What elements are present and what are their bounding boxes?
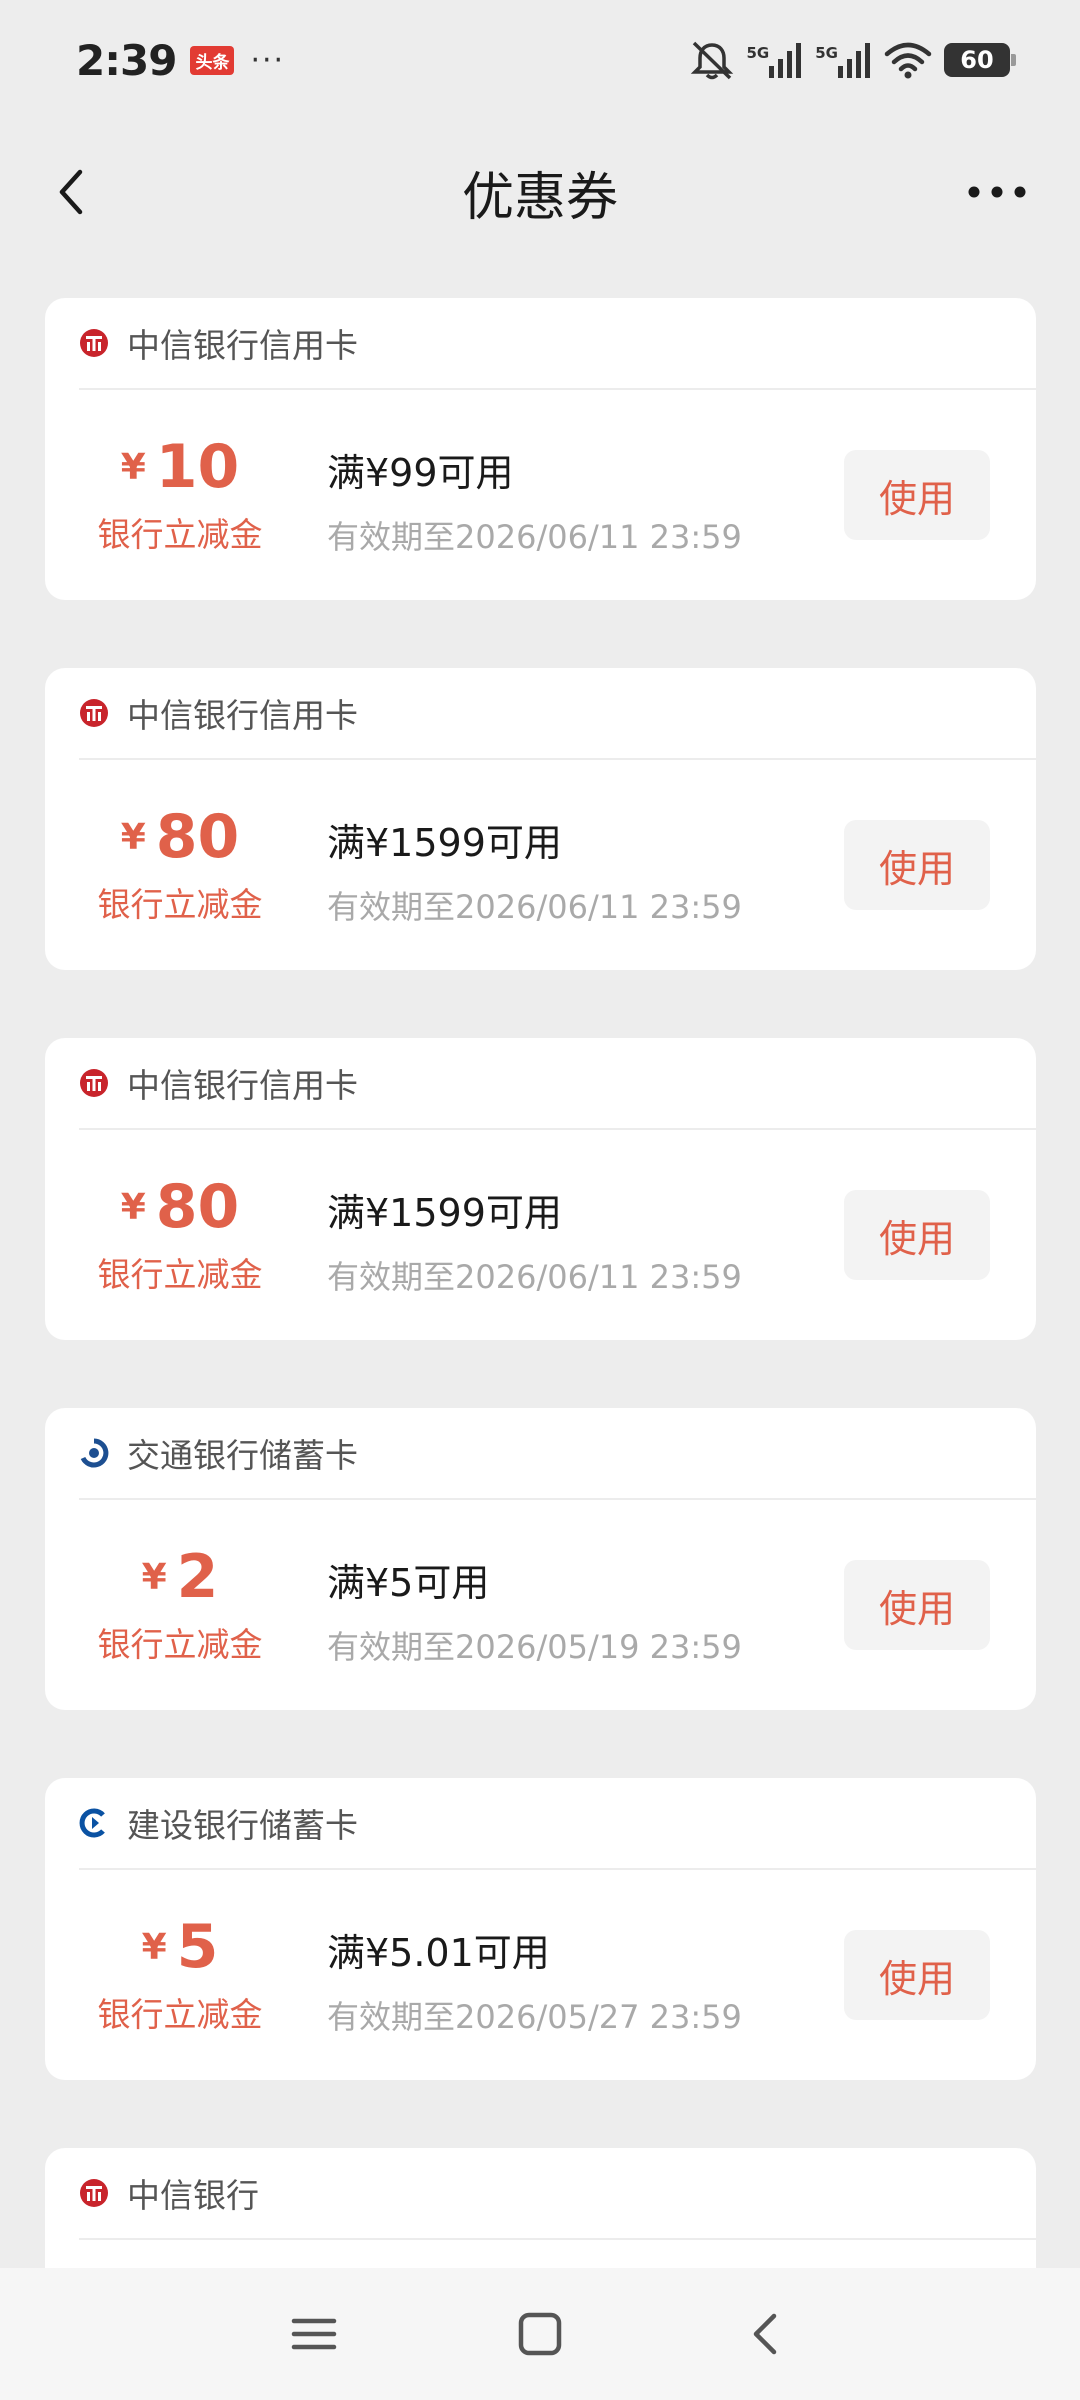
signal-icon — [769, 43, 802, 78]
validity-date: 有效期至2026/06/11 23:59 — [327, 888, 742, 926]
more-horizontal-icon[interactable] — [962, 164, 1032, 220]
discount-amount: ¥ 2 银行立减金 — [45, 1542, 315, 1666]
bank-name: 建设银行储蓄卡 — [127, 1806, 358, 1845]
coupon-card-header: 建设银行储蓄卡 — [79, 1778, 1036, 1870]
amount-line: ¥ 2 — [45, 1542, 315, 1612]
discount-type: 银行立减金 — [97, 885, 263, 924]
discount-type: 银行立减金 — [97, 515, 263, 554]
amount-value: 10 — [155, 432, 240, 502]
battery-icon: 60 — [944, 43, 1016, 77]
usage-condition: 满¥1599可用 — [327, 821, 562, 865]
citic-bank-logo-icon — [80, 329, 108, 357]
ccb-bank-logo-icon — [79, 1808, 105, 1838]
amount-line: ¥ 80 — [45, 1172, 315, 1242]
system-nav-bar — [0, 2268, 1080, 2400]
citic-bank-logo-icon — [80, 2179, 108, 2207]
usage-condition: 满¥5.01可用 — [327, 1931, 550, 1975]
signal-1: 5G — [747, 42, 804, 78]
amount-value: 2 — [176, 1542, 219, 1612]
back-chevron-icon[interactable] — [736, 2304, 796, 2364]
home-square-icon[interactable] — [510, 2304, 570, 2364]
bank-name: 中信银行信用卡 — [127, 1066, 358, 1105]
signal-icon — [838, 43, 870, 78]
use-button[interactable]: 使用 — [844, 1560, 990, 1650]
amount-line: ¥ 5 — [45, 1912, 315, 1982]
bocom-bank-logo-icon — [80, 1438, 109, 1468]
currency-symbol: ¥ — [120, 817, 146, 858]
coupon-card-body: ¥ 10 银行立减金 满¥99可用 有效期至2026/06/11 23:59 使… — [45, 390, 1036, 598]
chevron-left-icon[interactable] — [44, 162, 104, 222]
wifi-icon — [884, 42, 932, 79]
bank-name: 中信银行信用卡 — [127, 696, 358, 735]
bank-name: 交通银行储蓄卡 — [127, 1436, 358, 1475]
use-button[interactable]: 使用 — [844, 820, 990, 910]
coupon-card-header: 中信银行信用卡 — [79, 1038, 1036, 1130]
discount-amount: ¥ 80 银行立减金 — [45, 802, 315, 926]
use-button[interactable]: 使用 — [844, 450, 990, 540]
validity-date: 有效期至2026/06/11 23:59 — [327, 1258, 742, 1296]
discount-type: 银行立减金 — [97, 1255, 263, 1294]
coupon-card-body: ¥ 80 银行立减金 满¥1599可用 有效期至2026/06/11 23:59… — [45, 760, 1036, 968]
discount-type: 银行立减金 — [97, 1995, 263, 2034]
coupon-card: 交通银行储蓄卡 ¥ 2 银行立减金 满¥5可用 有效期至2026/05/19 2… — [45, 1408, 1036, 1710]
coupon-card-header: 中信银行 — [79, 2148, 1036, 2240]
page-title: 优惠券 — [461, 168, 618, 228]
discount-amount: ¥ 10 银行立减金 — [45, 432, 315, 556]
status-bar: 2:39 头条 ··· 5G 5G 60 — [0, 0, 1080, 120]
discount-amount: ¥ 5 银行立减金 — [45, 1912, 315, 2036]
use-button[interactable]: 使用 — [844, 1190, 990, 1280]
mute-bell-icon — [690, 41, 733, 80]
coupon-card-body: ¥ 5 银行立减金 满¥5.01可用 有效期至2026/05/27 23:59 … — [45, 1870, 1036, 2078]
status-icons: 5G 5G 60 — [689, 40, 1016, 80]
coupon-card-body: ¥ 80 银行立减金 满¥1599可用 有效期至2026/06/11 23:59… — [45, 1130, 1036, 1338]
amount-value: 80 — [155, 802, 240, 872]
validity-date: 有效期至2026/05/19 23:59 — [327, 1628, 742, 1666]
coupon-card-header: 中信银行信用卡 — [79, 668, 1036, 760]
coupon-card: 中信银行信用卡 ¥ 80 银行立减金 满¥1599可用 有效期至2026/06/… — [45, 1038, 1036, 1340]
coupon-card-header: 交通银行储蓄卡 — [79, 1408, 1036, 1500]
coupon-card-header: 中信银行信用卡 — [79, 298, 1036, 390]
screen: 2:39 头条 ··· 5G 5G 60 优惠券 中信银行信用卡 ¥ 10 银行… — [0, 0, 1080, 2400]
notification-more-icon: ··· — [250, 42, 286, 78]
citic-bank-logo-icon — [80, 1069, 108, 1097]
status-time: 2:39 — [76, 35, 177, 85]
currency-symbol: ¥ — [141, 1927, 167, 1968]
currency-symbol: ¥ — [120, 1187, 146, 1228]
coupon-card: 建设银行储蓄卡 ¥ 5 银行立减金 满¥5.01可用 有效期至2026/05/2… — [45, 1778, 1036, 2080]
validity-date: 有效期至2026/06/11 23:59 — [327, 518, 742, 556]
discount-amount: ¥ 80 银行立减金 — [45, 1172, 315, 1296]
amount-line: ¥ 80 — [45, 802, 315, 872]
amount-line: ¥ 10 — [45, 432, 315, 502]
bank-name: 中信银行信用卡 — [127, 326, 358, 365]
signal-2: 5G — [815, 42, 872, 78]
amount-value: 80 — [155, 1172, 240, 1242]
usage-condition: 满¥99可用 — [327, 451, 514, 495]
toutiao-badge-icon: 头条 — [190, 45, 235, 75]
signal-2-label: 5G — [815, 44, 838, 62]
validity-date: 有效期至2026/05/27 23:59 — [327, 1998, 742, 2036]
coupon-list: 中信银行信用卡 ¥ 10 银行立减金 满¥99可用 有效期至2026/06/11… — [45, 298, 1036, 2400]
amount-value: 5 — [176, 1912, 219, 1982]
coupon-card: 中信银行信用卡 ¥ 80 银行立减金 满¥1599可用 有效期至2026/06/… — [45, 668, 1036, 970]
citic-bank-logo-icon — [80, 699, 108, 727]
usage-condition: 满¥1599可用 — [327, 1191, 562, 1235]
menu-icon[interactable] — [284, 2304, 344, 2364]
currency-symbol: ¥ — [120, 447, 146, 488]
usage-condition: 满¥5可用 — [327, 1561, 490, 1605]
bank-name: 中信银行 — [127, 2176, 259, 2215]
currency-symbol: ¥ — [141, 1557, 167, 1598]
coupon-card-body: ¥ 2 银行立减金 满¥5可用 有效期至2026/05/19 23:59 使用 — [45, 1500, 1036, 1708]
coupon-card: 中信银行信用卡 ¥ 10 银行立减金 满¥99可用 有效期至2026/06/11… — [45, 298, 1036, 600]
page-header: 优惠券 — [0, 120, 1080, 265]
signal-1-label: 5G — [746, 44, 770, 62]
discount-type: 银行立减金 — [97, 1625, 263, 1664]
use-button[interactable]: 使用 — [844, 1930, 990, 2020]
